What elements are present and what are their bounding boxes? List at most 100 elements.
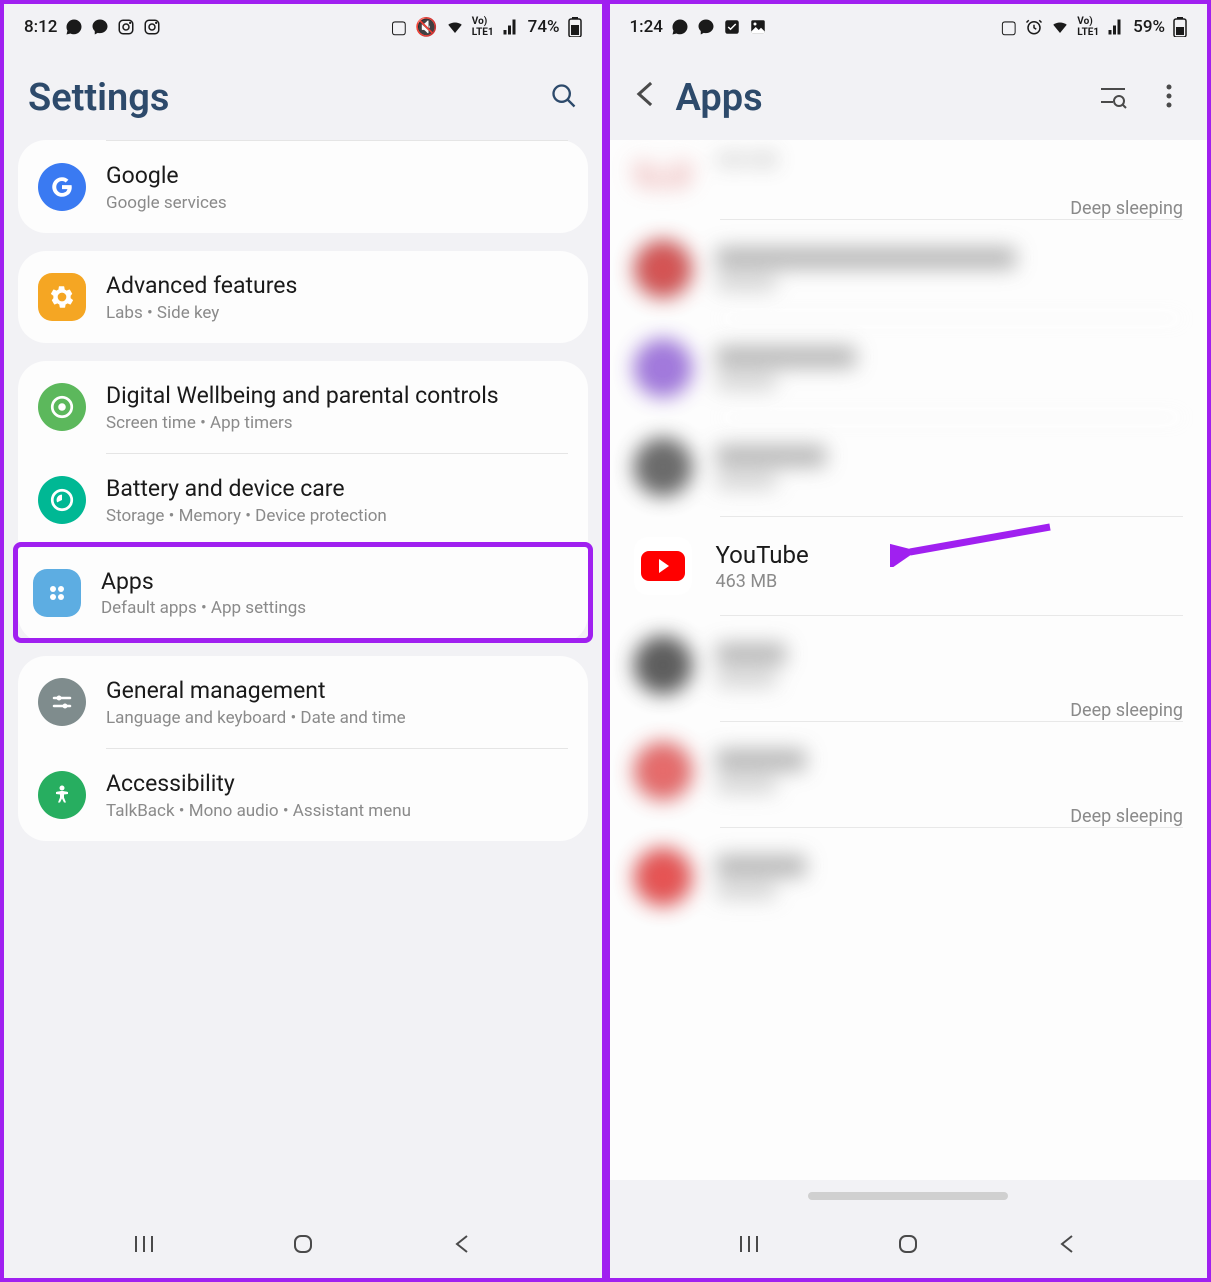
status-bar: 1:24 ▢ Vo)LTE1: [610, 4, 1208, 46]
app-sub: ████: [716, 883, 776, 899]
app-sub: ████: [716, 275, 776, 291]
settings-list[interactable]: Google Google services Advanced features…: [4, 140, 602, 1210]
signal-icon: [1107, 18, 1125, 36]
battery-saver-icon: ▢: [390, 17, 407, 38]
app-row-partial[interactable]: 308 MB: [610, 140, 1208, 208]
settings-item-google[interactable]: Google Google services: [18, 141, 588, 233]
settings-group: Digital Wellbeing and parental controls …: [18, 361, 588, 644]
app-icon: [634, 140, 692, 188]
chat-icon: [697, 18, 715, 36]
apps-header: Apps: [610, 46, 1208, 140]
battery-care-icon: [38, 476, 86, 524]
settings-header: Settings: [4, 46, 602, 140]
item-sub: Language and keyboard • Date and time: [106, 708, 568, 728]
item-title: General management: [106, 676, 568, 706]
settings-item-general-mgmt[interactable]: General management Language and keyboard…: [18, 656, 588, 748]
scrollbar-thumb[interactable]: [808, 1192, 1008, 1200]
back-icon[interactable]: [634, 79, 656, 117]
settings-group: Advanced features Labs • Side key: [18, 251, 588, 343]
app-sub: ████: [716, 374, 776, 390]
app-title: ██████████: [716, 346, 856, 368]
more-icon[interactable]: [1155, 82, 1183, 114]
app-icon: [634, 848, 692, 906]
whatsapp-icon: [65, 18, 83, 36]
settings-item-battery-care[interactable]: Battery and device care Storage • Memory…: [18, 454, 588, 546]
status-time: 8:12: [24, 17, 57, 37]
recents-button[interactable]: [735, 1230, 763, 1258]
home-button[interactable]: [289, 1230, 317, 1258]
google-icon: [38, 163, 86, 211]
app-sub: ████: [716, 777, 776, 793]
chat-icon: [91, 18, 109, 36]
app-size: 308 MB: [716, 150, 1184, 171]
app-row[interactable]: ████████████████ ████: [610, 220, 1208, 318]
status-battery-pct: 59%: [1133, 17, 1165, 37]
app-row[interactable]: ██████ ████: [610, 828, 1208, 926]
settings-item-apps[interactable]: Apps Default apps • App settings: [13, 542, 593, 644]
image-icon: [749, 18, 767, 36]
settings-group: Google Google services: [18, 140, 588, 233]
app-row[interactable]: ████████ ████: [610, 418, 1208, 516]
item-sub: TalkBack • Mono audio • Assistant menu: [106, 801, 568, 821]
nav-bar: [610, 1210, 1208, 1278]
app-icon: [634, 636, 692, 694]
status-time: 1:24: [630, 17, 663, 37]
wellbeing-icon: [38, 383, 86, 431]
item-title: Apps: [101, 567, 573, 597]
item-title: Digital Wellbeing and parental controls: [106, 381, 568, 411]
apps-icon: [33, 569, 81, 617]
app-title: ██████: [716, 855, 806, 877]
item-sub: Screen time • App timers: [106, 413, 568, 433]
check-icon: [723, 18, 741, 36]
app-title: ████: [716, 643, 786, 665]
volte-icon: Vo)LTE1: [1077, 16, 1099, 38]
youtube-icon: [634, 537, 692, 595]
app-row[interactable]: ██████ ████: [610, 722, 1208, 820]
app-row-youtube[interactable]: YouTube 463 MB: [610, 517, 1208, 615]
instagram2-icon: [143, 18, 161, 36]
back-button[interactable]: [448, 1230, 476, 1258]
app-row[interactable]: ██████████ ████: [610, 319, 1208, 417]
phone-apps: 1:24 ▢ Vo)LTE1: [606, 0, 1211, 1282]
settings-item-advanced-features[interactable]: Advanced features Labs • Side key: [18, 251, 588, 343]
battery-saver-icon: ▢: [1000, 17, 1017, 38]
volte-icon: Vo)LTE1: [472, 16, 494, 38]
app-row[interactable]: ████ ████: [610, 616, 1208, 714]
apps-list[interactable]: 308 MB Deep sleeping ████████████████ ██…: [610, 140, 1208, 1210]
app-sub: ████: [716, 671, 776, 687]
app-sub: ████: [716, 473, 776, 489]
battery-icon: [568, 17, 582, 37]
battery-icon: [1173, 17, 1187, 37]
home-button[interactable]: [894, 1230, 922, 1258]
gear-icon: [38, 273, 86, 321]
status-battery-pct: 74%: [528, 17, 560, 37]
instagram-icon: [117, 18, 135, 36]
alarm-icon: [1025, 18, 1043, 36]
app-icon: [634, 438, 692, 496]
app-title: ██████: [716, 749, 806, 771]
wifi-icon: [1051, 18, 1069, 36]
mute-icon: 🔇: [415, 17, 437, 38]
filter-search-icon[interactable]: [1099, 82, 1127, 114]
signal-icon: [502, 18, 520, 36]
accessibility-icon: [38, 771, 86, 819]
item-title: Advanced features: [106, 271, 568, 301]
app-icon: [634, 742, 692, 800]
app-icon: [634, 339, 692, 397]
settings-item-wellbeing[interactable]: Digital Wellbeing and parental controls …: [18, 361, 588, 453]
status-bar: 8:12 ▢ 🔇 Vo)LTE1 74%: [4, 4, 602, 46]
search-icon[interactable]: [550, 82, 578, 114]
item-sub: Default apps • App settings: [101, 598, 573, 618]
settings-item-accessibility[interactable]: Accessibility TalkBack • Mono audio • As…: [18, 749, 588, 841]
item-title: Google: [106, 161, 568, 191]
app-title: ████████: [716, 445, 826, 467]
app-title: ████████████████: [716, 247, 1016, 269]
back-button[interactable]: [1053, 1230, 1081, 1258]
item-sub: Storage • Memory • Device protection: [106, 506, 568, 526]
recents-button[interactable]: [130, 1230, 158, 1258]
wifi-icon: [446, 18, 464, 36]
item-title: Accessibility: [106, 769, 568, 799]
settings-group: General management Language and keyboard…: [18, 656, 588, 841]
app-icon: [634, 240, 692, 298]
page-title: Apps: [676, 76, 763, 120]
